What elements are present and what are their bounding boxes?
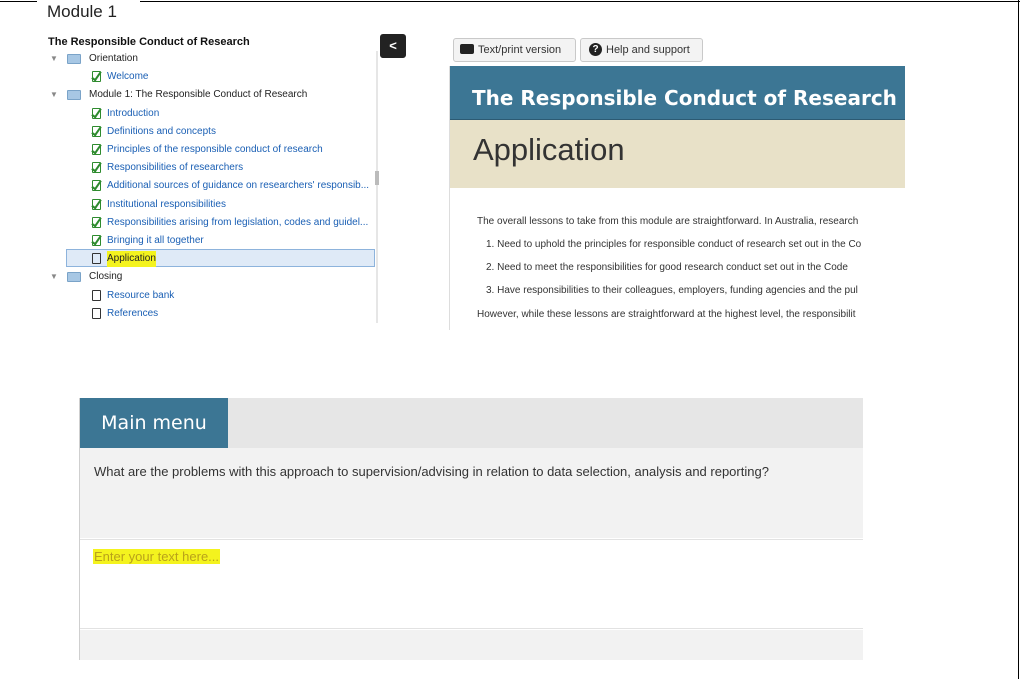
- completed-page-icon: [92, 71, 101, 83]
- tree-page-item[interactable]: Responsibilities of researchers: [50, 160, 380, 176]
- tree-folder-label: Module 1: The Responsible Conduct of Res…: [89, 89, 308, 101]
- preview-header: The Responsible Conduct of Research: [450, 66, 905, 120]
- tree-scrollbar[interactable]: [376, 51, 378, 323]
- tree-page-label: Introduction: [107, 107, 160, 119]
- preview-intro: The overall lessons to take from this mo…: [477, 216, 859, 227]
- activity-panel: Main menu What are the problems with thi…: [79, 398, 863, 660]
- page-icon: [92, 253, 101, 265]
- expand-arrow-icon[interactable]: ▼: [50, 269, 60, 285]
- activity-footer: [80, 630, 863, 660]
- tree-folder[interactable]: ▼ Closing: [50, 269, 380, 285]
- folder-icon: [67, 272, 81, 283]
- collapse-panel-button[interactable]: <: [380, 34, 406, 58]
- tree-page-label: Principles of the responsible conduct of…: [107, 144, 323, 155]
- course-tree-title: The Responsible Conduct of Research: [48, 36, 250, 48]
- tree-page-label: Resource bank: [107, 289, 175, 301]
- main-menu-tab[interactable]: Main menu: [80, 398, 228, 448]
- right-rule: [1018, 0, 1019, 679]
- tree-folder-label: Orientation: [89, 53, 138, 64]
- help-and-support-button[interactable]: ? Help and support: [580, 38, 703, 62]
- tree-page-label: Application: [107, 251, 156, 268]
- tree-page-label: Bringing it all together: [107, 235, 204, 246]
- tree-page-label: Additional sources of guidance on resear…: [107, 180, 370, 192]
- preview-title-band: Application: [450, 120, 905, 188]
- tree-page-item[interactable]: Institutional responsibilities: [50, 197, 380, 213]
- tree-page-label: Welcome: [107, 71, 149, 83]
- answer-placeholder: Enter your text here...: [93, 549, 221, 564]
- tree-page-item[interactable]: Additional sources of guidance on resear…: [50, 178, 380, 194]
- preview-header-title: The Responsible Conduct of Research: [472, 86, 897, 110]
- tree-folder-label: Closing: [89, 271, 123, 283]
- preview-outro: However, while these lessons are straigh…: [477, 309, 856, 320]
- question-text: What are the problems with this approach…: [94, 464, 769, 479]
- text-print-version-label: Text/print version: [478, 44, 562, 56]
- tree-page-label: Responsibilities of researchers: [107, 162, 244, 174]
- tree-scroll-thumb[interactable]: [375, 171, 379, 185]
- tree-page-item[interactable]: Welcome: [50, 69, 380, 85]
- preview-list-item: 1. Need to uphold the principles for res…: [486, 239, 862, 250]
- help-icon: ?: [589, 42, 602, 56]
- folder-icon: [67, 90, 81, 101]
- tree-page-label: Institutional responsibilities: [107, 198, 226, 210]
- tree-page-label: Definitions and concepts: [107, 125, 216, 137]
- tree-page-item[interactable]: Resource bank: [50, 288, 380, 304]
- completed-page-icon: [92, 162, 101, 174]
- tree-page-item[interactable]: Application: [50, 251, 380, 268]
- help-and-support-label: Help and support: [606, 44, 690, 56]
- tree-page-item[interactable]: Principles of the responsible conduct of…: [50, 142, 380, 158]
- completed-page-icon: [92, 216, 101, 228]
- preview-list-item: 2. Need to meet the responsibilities for…: [486, 262, 848, 273]
- completed-page-icon: [92, 180, 101, 192]
- completed-page-icon: [92, 144, 101, 155]
- printer-icon: [460, 44, 474, 55]
- tree-page-label: Responsibilities arising from legislatio…: [107, 216, 369, 228]
- top-rule: [0, 1, 1020, 2]
- tree-page-label: References: [107, 307, 159, 319]
- tree-page-item[interactable]: Responsibilities arising from legislatio…: [50, 215, 380, 231]
- preview-list-item: 3. Have responsibilities to their collea…: [486, 285, 858, 296]
- document-title: Module 1: [47, 2, 117, 21]
- page-preview: The Responsible Conduct of Research Appl…: [449, 66, 905, 330]
- tree-page-item[interactable]: Definitions and concepts: [50, 124, 380, 140]
- tree-folder[interactable]: ▼ Orientation: [50, 51, 380, 67]
- completed-page-icon: [92, 198, 101, 210]
- preview-body: The overall lessons to take from this mo…: [456, 188, 905, 330]
- completed-page-icon: [92, 107, 101, 119]
- tree-page-item[interactable]: Introduction: [50, 106, 380, 122]
- question-area: What are the problems with this approach…: [80, 448, 863, 538]
- page-icon: [92, 289, 101, 301]
- completed-page-icon: [92, 125, 101, 137]
- tree-page-item[interactable]: References: [50, 306, 380, 322]
- tree-folder[interactable]: ▼ Module 1: The Responsible Conduct of Re…: [50, 87, 380, 103]
- text-print-version-button[interactable]: Text/print version: [453, 38, 576, 62]
- page-icon: [92, 307, 101, 319]
- folder-icon: [67, 54, 81, 64]
- completed-page-icon: [92, 235, 101, 246]
- preview-page-title: Application: [473, 132, 625, 167]
- expand-arrow-icon[interactable]: ▼: [50, 51, 60, 67]
- expand-arrow-icon[interactable]: ▼: [50, 87, 60, 103]
- answer-textarea[interactable]: Enter your text here...: [80, 539, 863, 629]
- tree-page-item[interactable]: Bringing it all together: [50, 233, 380, 249]
